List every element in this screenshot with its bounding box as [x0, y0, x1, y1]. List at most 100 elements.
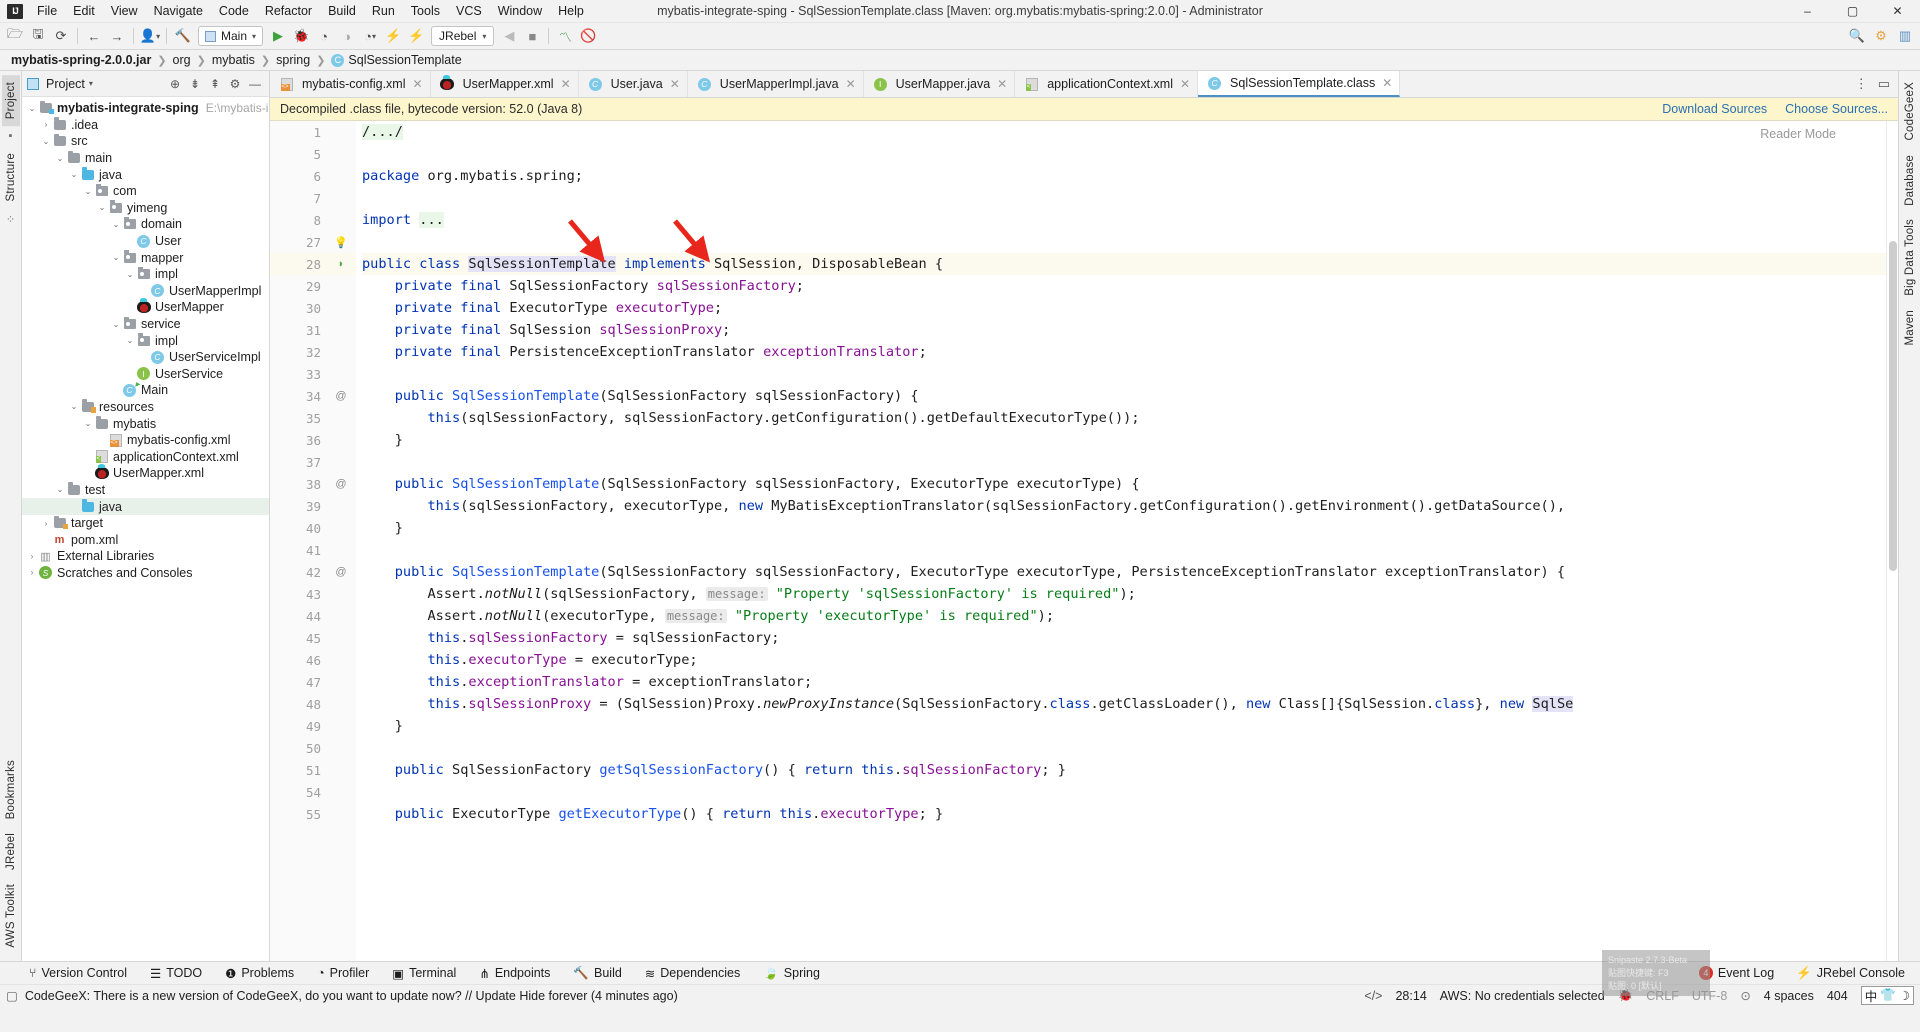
- split-editor-icon[interactable]: ▭: [1878, 76, 1890, 92]
- gutter-marker[interactable]: [326, 319, 356, 341]
- override-marker-icon[interactable]: @: [335, 566, 346, 578]
- memory-indicator[interactable]: 404: [1827, 989, 1848, 1003]
- project-tree[interactable]: ⌄ mybatis-integrate-sping E:\mybatis-integ…: [22, 97, 269, 961]
- close-icon[interactable]: ✕: [997, 77, 1007, 91]
- vertical-scrollbar-thumb[interactable]: [1889, 241, 1897, 571]
- tree-node-com[interactable]: ⌄ com: [22, 183, 269, 200]
- tool-problems[interactable]: ❶ Problems: [222, 965, 297, 982]
- tree-expand-arrow[interactable]: ⌄: [82, 419, 94, 428]
- sync-icon[interactable]: ⟳: [50, 25, 72, 47]
- tool-version-control[interactable]: ⑂ Version Control: [26, 965, 130, 981]
- tree-expand-arrow[interactable]: ⌄: [26, 104, 38, 113]
- code-content[interactable]: ⊞/.../ package org.mybatis.spring; ⊞import…: [356, 121, 1886, 961]
- code-line[interactable]: [362, 231, 1886, 253]
- tree-expand-arrow[interactable]: ›: [26, 552, 38, 561]
- tree-node-usermapper[interactable]: ›UserMapper: [22, 298, 269, 316]
- gutter-marker[interactable]: [326, 341, 356, 363]
- tree-node-mybatis-config-xml[interactable]: ›mybatis-config.xml: [22, 432, 269, 449]
- gutter-marker[interactable]: @: [326, 385, 356, 407]
- tree-node-service[interactable]: ⌄ service: [22, 316, 269, 333]
- download-sources-link[interactable]: Download Sources: [1662, 102, 1767, 116]
- monitor-icon[interactable]: 〽: [554, 25, 576, 47]
- tree-node-mybatis-integrate-sping[interactable]: ⌄ mybatis-integrate-sping E:\mybatis-integ…: [22, 100, 269, 117]
- gutter-marker[interactable]: ◗: [326, 253, 356, 275]
- gutter-marker[interactable]: [326, 275, 356, 297]
- tool-endpoints[interactable]: ⋔ Endpoints: [476, 965, 553, 982]
- locate-target-icon[interactable]: ⊕: [166, 75, 184, 93]
- gutter-marker[interactable]: [326, 715, 356, 737]
- code-line[interactable]: [362, 143, 1886, 165]
- menu-build[interactable]: Build: [320, 2, 364, 20]
- code-line[interactable]: private final PersistenceExceptionTransl…: [362, 341, 1886, 363]
- code-line[interactable]: [362, 737, 1886, 759]
- tool-spring[interactable]: 🍃 Spring: [760, 965, 823, 982]
- tree-node-main[interactable]: ⌄ main: [22, 150, 269, 167]
- menu-edit[interactable]: Edit: [65, 2, 103, 20]
- editor-tab-user-java[interactable]: C User.java ✕: [579, 71, 688, 97]
- close-button[interactable]: ✕: [1875, 0, 1920, 23]
- rail-tab-codegeex[interactable]: CodeGeeX: [1901, 75, 1919, 148]
- ime-indicator[interactable]: 中 👕 ☽: [1860, 986, 1914, 1005]
- tree-expand-arrow[interactable]: ›: [40, 120, 52, 129]
- code-line[interactable]: ⊟ public SqlSessionTemplate(SqlSessionFa…: [362, 561, 1886, 583]
- gutter-marker[interactable]: @: [326, 473, 356, 495]
- search-everywhere-icon[interactable]: 🔍: [1846, 25, 1868, 47]
- jrebel-run-icon[interactable]: ⚡: [382, 25, 404, 47]
- code-line[interactable]: ⊟ public SqlSessionTemplate(SqlSessionFa…: [362, 385, 1886, 407]
- forward-arrow-icon[interactable]: →: [106, 25, 128, 47]
- menu-help[interactable]: Help: [550, 2, 592, 20]
- rail-tab-bookmarks[interactable]: Bookmarks: [2, 753, 20, 826]
- code-line[interactable]: Assert.notNull(executorType, message: "P…: [362, 605, 1886, 627]
- chevron-down-icon[interactable]: ▾: [89, 79, 93, 88]
- editor-tab-usermapper-java[interactable]: I UserMapper.java ✕: [864, 71, 1016, 97]
- gutter-marker[interactable]: [326, 517, 356, 539]
- gutter-marker[interactable]: [326, 121, 356, 143]
- gutter-marker[interactable]: [326, 539, 356, 561]
- menu-view[interactable]: View: [103, 2, 146, 20]
- code-line[interactable]: [362, 781, 1886, 803]
- leaf-marker-icon[interactable]: ◗: [338, 258, 345, 270]
- tool-terminal[interactable]: ▣ Terminal: [389, 965, 459, 982]
- run-configuration-selector[interactable]: Main ▾: [198, 26, 264, 46]
- gutter-marker[interactable]: @: [326, 561, 356, 583]
- rerun-icon[interactable]: ◔ ▾: [359, 25, 381, 47]
- menu-run[interactable]: Run: [364, 2, 403, 20]
- tool-profiler[interactable]: ◔ Profiler: [314, 965, 372, 981]
- tree-node-impl[interactable]: ⌄ impl: [22, 332, 269, 349]
- code-line[interactable]: ⊞ public ExecutorType getExecutorType() …: [362, 803, 1886, 825]
- menu-window[interactable]: Window: [490, 2, 550, 20]
- rail-tab-project[interactable]: Project: [1, 75, 20, 127]
- no-entry-icon[interactable]: 🚫: [577, 25, 599, 47]
- close-icon[interactable]: ✕: [561, 77, 571, 91]
- code-line[interactable]: this(sqlSessionFactory, sqlSessionFactor…: [362, 407, 1886, 429]
- gutter-marker[interactable]: [326, 165, 356, 187]
- tree-expand-arrow[interactable]: ⌄: [110, 320, 122, 329]
- gutter-marker[interactable]: [326, 451, 356, 473]
- tree-expand-arrow[interactable]: ⌄: [68, 402, 80, 411]
- tree-node-target[interactable]: › target: [22, 515, 269, 532]
- gutter-marker[interactable]: [326, 649, 356, 671]
- jrebel-debug-icon[interactable]: ⚡: [405, 25, 427, 47]
- gutter-marker[interactable]: [326, 737, 356, 759]
- code-line[interactable]: this.exceptionTranslator = exceptionTran…: [362, 671, 1886, 693]
- build-hammer-icon[interactable]: 🔨: [172, 25, 194, 47]
- layout-icon[interactable]: ▥: [1894, 25, 1916, 47]
- profiler-icon[interactable]: ◑: [336, 25, 358, 47]
- rail-tab-jrebel[interactable]: JRebel: [2, 826, 20, 877]
- gutter-marker[interactable]: [326, 187, 356, 209]
- breadcrumb-org[interactable]: org: [170, 52, 194, 68]
- code-line[interactable]: this.sqlSessionFactory = sqlSessionFacto…: [362, 627, 1886, 649]
- menu-navigate[interactable]: Navigate: [146, 2, 211, 20]
- code-line[interactable]: ⌐ }: [362, 517, 1886, 539]
- lightbulb-icon[interactable]: 💡: [334, 236, 348, 249]
- editor-tab-sqlsessiontemplate-class[interactable]: C SqlSessionTemplate.class ✕: [1198, 71, 1401, 97]
- code-line[interactable]: ⊞/.../: [362, 121, 1886, 143]
- tree-node-external-libraries[interactable]: › ▥ External Libraries: [22, 548, 269, 565]
- caret-position[interactable]: 28:14: [1395, 989, 1426, 1003]
- code-line[interactable]: this.executorType = executorType;: [362, 649, 1886, 671]
- tree-expand-arrow[interactable]: ›: [40, 519, 52, 528]
- gutter-marker[interactable]: [326, 781, 356, 803]
- jrebel-selector[interactable]: JRebel ▾: [431, 26, 495, 46]
- tree-expand-arrow[interactable]: ⌄: [82, 187, 94, 196]
- back-arrow-icon[interactable]: ←: [83, 25, 105, 47]
